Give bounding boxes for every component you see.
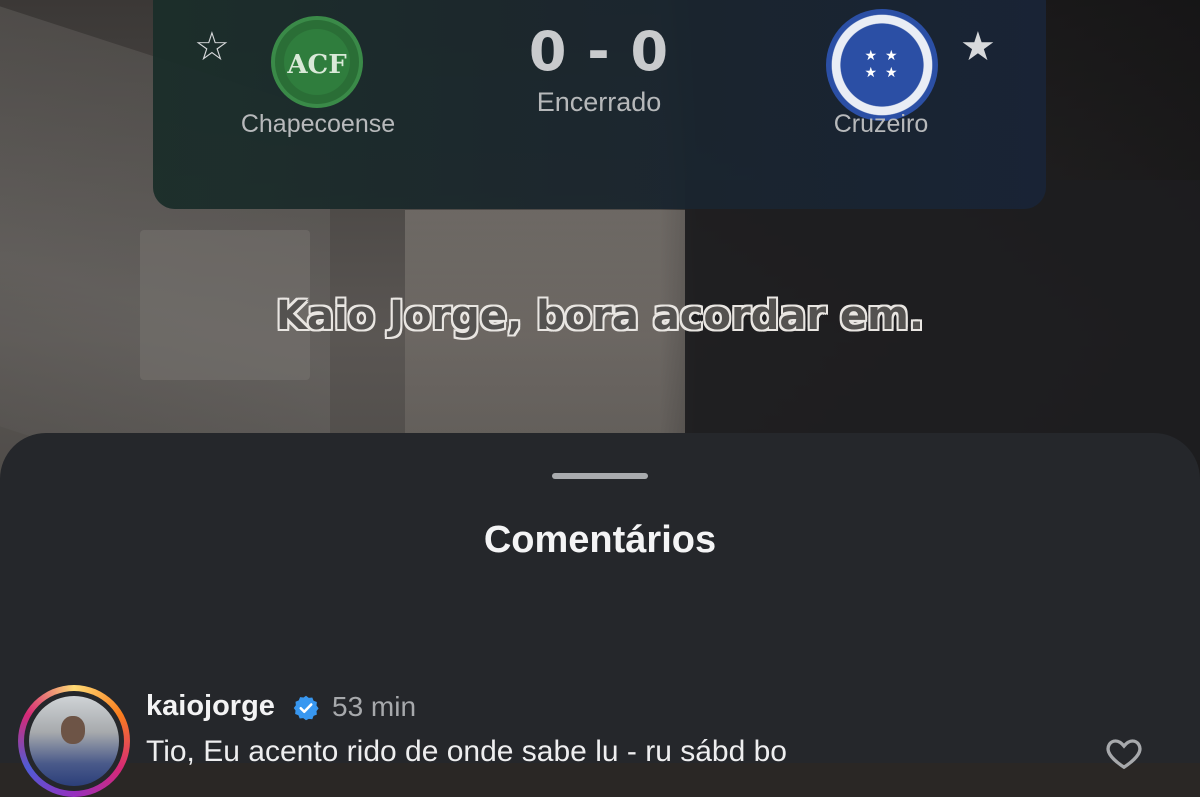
heart-icon[interactable] <box>1104 733 1144 773</box>
match-score-card[interactable]: ☆ ACF 0 - 0 Encerrado ★ ★ ★ ★ ★ Chapecoen… <box>153 0 1046 209</box>
star-outline-icon[interactable]: ☆ <box>194 27 230 67</box>
comment-username[interactable]: kaiojorge <box>146 690 275 723</box>
comments-sheet: Comentários kaiojorge 53 min Tio, Eu ace… <box>0 433 1200 797</box>
home-team-name: Chapecoense <box>240 110 396 138</box>
avatar-image <box>29 696 119 786</box>
avatar <box>24 691 124 791</box>
chapecoense-logo-text: ACF <box>287 50 347 80</box>
verified-badge-icon <box>293 695 319 721</box>
cruzeiro-stars: ★ ★ ★ ★ <box>864 47 900 80</box>
match-score: 0 - 0 <box>528 20 670 83</box>
comment-time: 53 min <box>332 691 417 722</box>
comment-text: Tio, Eu acento rido de onde sabe lu - ru… <box>146 735 787 768</box>
away-team-name: Cruzeiro <box>833 110 929 138</box>
sheet-grab-handle[interactable] <box>552 473 648 479</box>
match-status: Encerrado <box>536 87 662 117</box>
star-filled-icon[interactable]: ★ <box>960 27 996 67</box>
avatar-figure <box>61 716 85 744</box>
story-caption: Kaio Jorge, bora acordar em. <box>275 293 925 339</box>
chapecoense-logo: ACF <box>271 16 363 108</box>
cruzeiro-logo: ★ ★ ★ ★ <box>826 9 938 121</box>
comment-item: kaiojorge 53 min Tio, Eu acento rido de … <box>18 685 1200 797</box>
sheet-title: Comentários <box>483 519 717 561</box>
avatar-story-ring[interactable] <box>18 685 130 797</box>
